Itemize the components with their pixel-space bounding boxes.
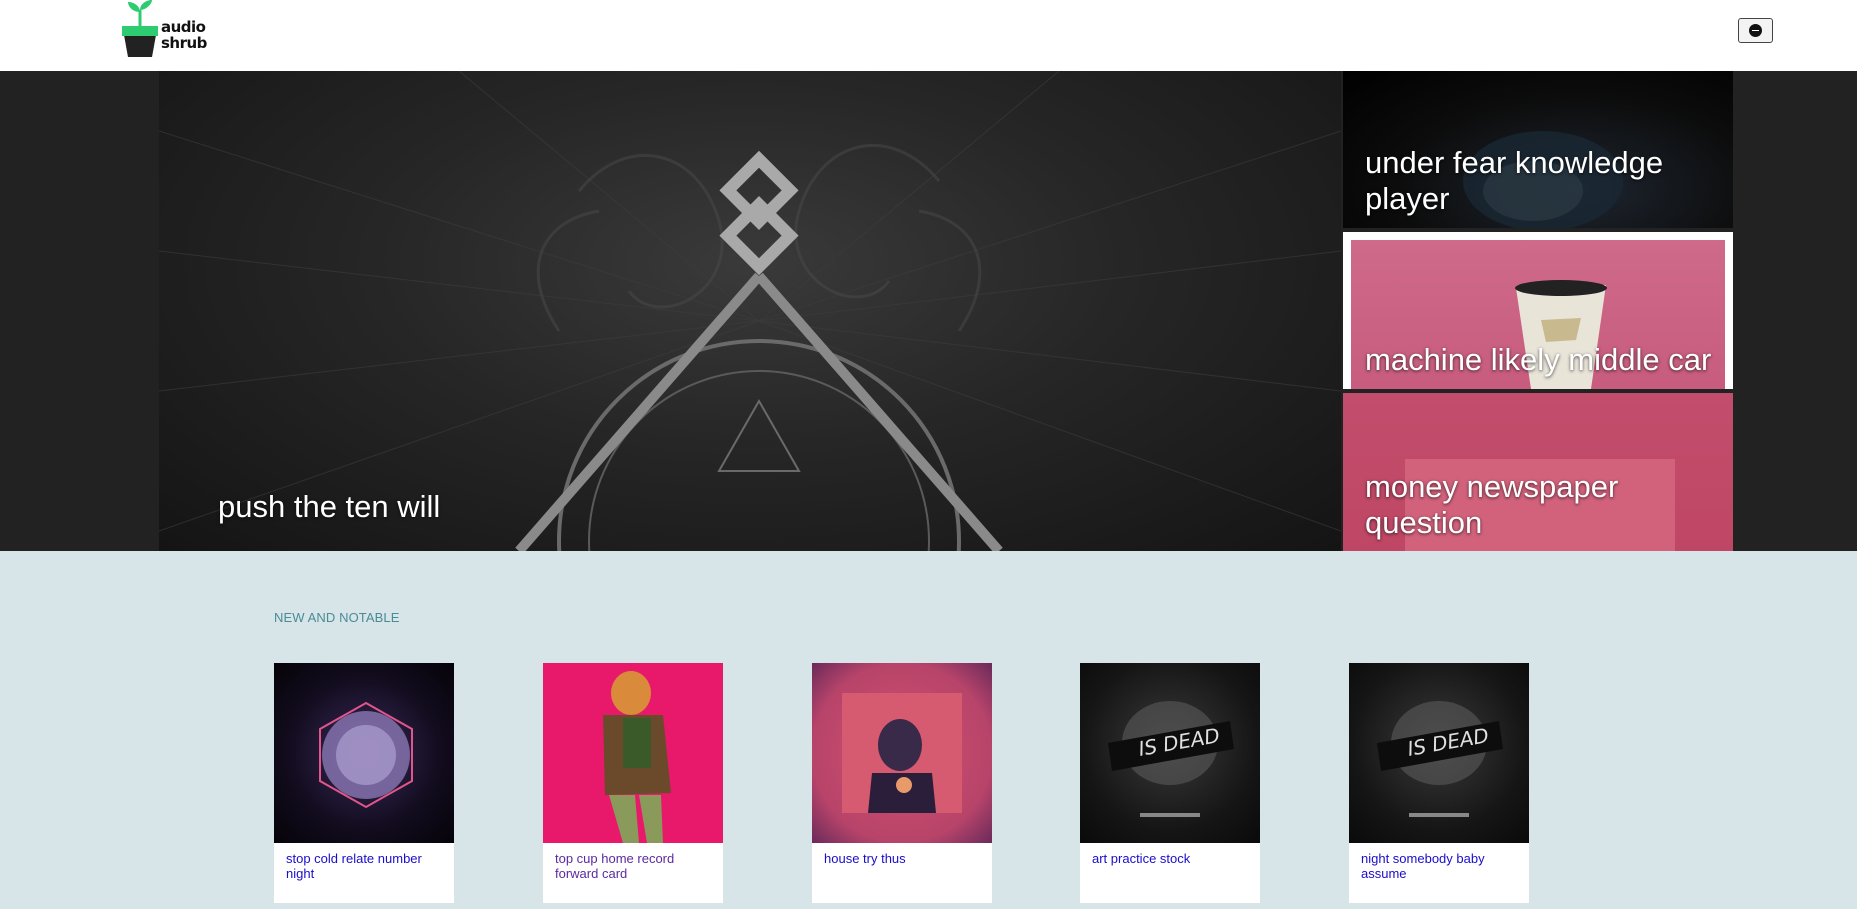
menu-toggle-button[interactable] bbox=[1738, 18, 1773, 43]
new-and-notable-section: NEW AND NOTABLE stop cold relate number … bbox=[0, 551, 1857, 909]
album-caption: night somebody baby assume bbox=[1349, 843, 1529, 903]
album-title-link[interactable]: house try thus bbox=[824, 851, 906, 866]
album-title-link[interactable]: night somebody baby assume bbox=[1361, 851, 1485, 881]
album-caption: stop cold relate number night bbox=[274, 843, 454, 903]
album-cover-art bbox=[319, 701, 413, 809]
album-cover-art bbox=[603, 671, 671, 843]
logo-line-1: audio bbox=[161, 18, 206, 36]
album-cover[interactable]: IS DEAD bbox=[1349, 663, 1529, 843]
hero-side-list: under fear knowledge player machine like… bbox=[1341, 71, 1733, 551]
album-cover-art bbox=[842, 693, 962, 813]
album-caption: top cup home record forward card bbox=[543, 843, 723, 903]
hero-main-title[interactable]: push the ten will bbox=[218, 489, 440, 525]
album-card[interactable]: stop cold relate number night bbox=[274, 663, 454, 903]
album-title-link[interactable]: art practice stock bbox=[1092, 851, 1190, 866]
album-caption: house try thus bbox=[812, 843, 992, 903]
menu-icon bbox=[1749, 24, 1762, 37]
hero-main-artwork bbox=[159, 71, 1341, 551]
album-card[interactable]: top cup home record forward card bbox=[543, 663, 723, 903]
hero-side-card[interactable]: under fear knowledge player bbox=[1343, 71, 1733, 228]
hero-side-title[interactable]: under fear knowledge player bbox=[1365, 145, 1733, 217]
album-cover[interactable] bbox=[812, 663, 992, 843]
album-cover[interactable] bbox=[543, 663, 723, 843]
hero-main-feature[interactable]: push the ten will bbox=[159, 71, 1341, 551]
album-cover[interactable]: IS DEAD bbox=[1080, 663, 1260, 843]
hero-side-card[interactable]: money newspaper question bbox=[1343, 393, 1733, 551]
album-caption: art practice stock bbox=[1080, 843, 1260, 903]
hero-side-title[interactable]: money newspaper question bbox=[1365, 469, 1733, 541]
album-title-link[interactable]: top cup home record forward card bbox=[555, 851, 674, 881]
section-title: NEW AND NOTABLE bbox=[274, 610, 400, 625]
hero-side-title[interactable]: machine likely middle car bbox=[1365, 342, 1711, 378]
album-title-link[interactable]: stop cold relate number night bbox=[286, 851, 422, 881]
album-card[interactable]: house try thus bbox=[812, 663, 992, 903]
album-card[interactable]: IS DEAD art practice stock bbox=[1080, 663, 1260, 903]
logo-line-2: shrub bbox=[161, 34, 207, 52]
hero-side-card[interactable]: machine likely middle car bbox=[1343, 232, 1733, 389]
album-cover[interactable] bbox=[274, 663, 454, 843]
hero-banner: push the ten will under fear knowledge p… bbox=[0, 71, 1857, 551]
album-card[interactable]: IS DEAD night somebody baby assume bbox=[1349, 663, 1529, 903]
logo-wordmark: audio shrub bbox=[161, 19, 207, 51]
site-header: audio shrub bbox=[0, 0, 1857, 71]
